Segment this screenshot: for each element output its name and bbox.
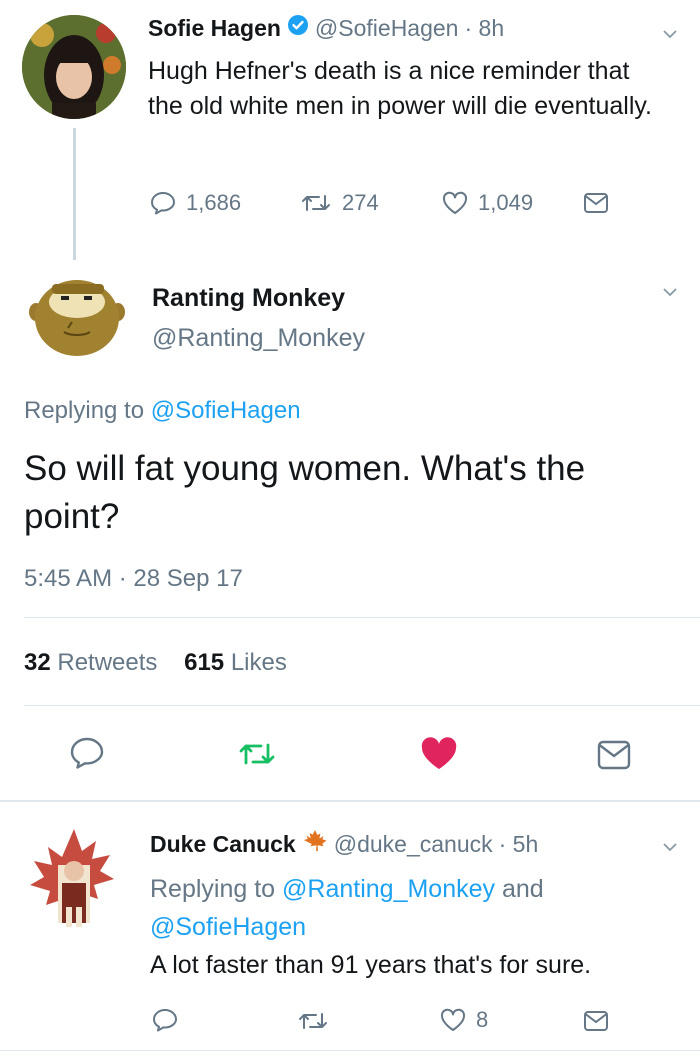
retweet-icon	[302, 195, 330, 211]
replying-to-line: Replying to @SofieHagen	[24, 397, 301, 425]
main-tweet-text: So will fat young women. What's the poin…	[24, 449, 586, 536]
main-handle[interactable]: @Ranting_Monkey	[152, 324, 365, 353]
like-icon	[421, 737, 457, 769]
like-count: 1,049	[478, 190, 534, 215]
display-name[interactable]: Sofie Hagen	[148, 15, 281, 42]
reply-icon	[153, 1009, 177, 1032]
time: · 8h	[464, 14, 505, 41]
replying-and: and	[501, 875, 544, 903]
main-like-action[interactable]	[420, 737, 458, 771]
handle[interactable]: @SofieHagen	[315, 15, 459, 42]
reply-handle[interactable]: @duke_canuck	[334, 831, 493, 858]
main-timestamp[interactable]: 5:45 AM · 28 Sep 17	[24, 565, 243, 593]
monkey-avatar-image	[29, 280, 125, 356]
duke-avatar-image	[30, 829, 114, 927]
maple-leaf-icon	[302, 829, 328, 859]
verified-badge-icon	[287, 14, 309, 42]
reply-text: A lot faster than 91 years that's for su…	[150, 951, 592, 979]
reply-like-action[interactable]: 8	[440, 1007, 488, 1033]
avatar-sofie[interactable]	[22, 15, 126, 119]
reply-display-name[interactable]: Duke Canuck	[150, 831, 296, 858]
replying-to-link-2[interactable]: @SofieHagen	[150, 913, 306, 941]
chevron-down-icon[interactable]	[663, 840, 677, 854]
like-icon	[442, 191, 468, 214]
divider	[0, 800, 700, 802]
avatar-duke-canuck[interactable]	[24, 825, 124, 935]
replying-prefix: Replying to	[24, 397, 145, 424]
dm-icon	[597, 740, 631, 770]
tweet-text: Hugh Hefner's death is a nice reminder t…	[148, 57, 652, 120]
chevron-down-icon[interactable]	[663, 27, 677, 41]
like-action[interactable]: 1,049	[442, 190, 533, 216]
avatar-ranting-monkey[interactable]	[28, 272, 126, 360]
engagement-stats: 32 Retweets 615 Likes	[24, 649, 287, 677]
chevron-down-icon[interactable]	[663, 285, 677, 299]
like-total: 615	[184, 649, 225, 676]
reply-like-count: 8	[476, 1007, 489, 1032]
reply-header: Duke Canuck @duke_canuck · 5h	[150, 829, 538, 859]
reply-dm-action[interactable]	[583, 1010, 609, 1032]
reply-replying-prefix: Replying to	[150, 875, 276, 903]
divider	[24, 617, 700, 618]
dm-icon	[584, 1011, 608, 1031]
reply-icon	[70, 737, 104, 769]
reply-time: · 5h	[498, 830, 539, 857]
retweet-action[interactable]: 274	[300, 190, 379, 216]
retweet-total: 32	[24, 649, 51, 676]
main-reply-action[interactable]	[70, 737, 104, 769]
reply-count: 1,686	[186, 190, 242, 215]
main-display-name[interactable]: Ranting Monkey	[152, 284, 345, 313]
like-icon	[440, 1008, 466, 1031]
main-retweet-action[interactable]	[238, 740, 276, 768]
like-label: Likes	[230, 649, 287, 676]
retweet-stat[interactable]: 32 Retweets	[24, 649, 164, 676]
reply-action[interactable]: 1,686	[150, 190, 241, 216]
avatar-sofie-image	[22, 15, 126, 119]
dm-icon	[584, 193, 608, 213]
reply-reply-action[interactable]	[152, 1008, 178, 1032]
like-stat[interactable]: 615 Likes	[184, 649, 287, 676]
retweet-count: 274	[342, 190, 379, 215]
reply-replying-to: Replying to @Ranting_Monkey and @SofieHa…	[150, 870, 650, 946]
divider	[0, 1050, 700, 1051]
retweet-icon	[299, 1013, 327, 1029]
dm-action[interactable]	[583, 192, 609, 214]
retweet-icon	[239, 743, 275, 765]
thread-line	[73, 128, 76, 260]
main-dm-action[interactable]	[597, 740, 631, 770]
replying-to-link-1[interactable]: @Ranting_Monkey	[282, 875, 495, 903]
reply-retweet-action[interactable]	[297, 1010, 329, 1032]
tweet-header: Sofie Hagen @SofieHagen · 8h	[148, 14, 504, 42]
retweet-label: Retweets	[57, 649, 158, 676]
divider	[24, 705, 700, 706]
replying-to-link[interactable]: @SofieHagen	[151, 397, 301, 424]
reply-icon	[151, 192, 175, 215]
